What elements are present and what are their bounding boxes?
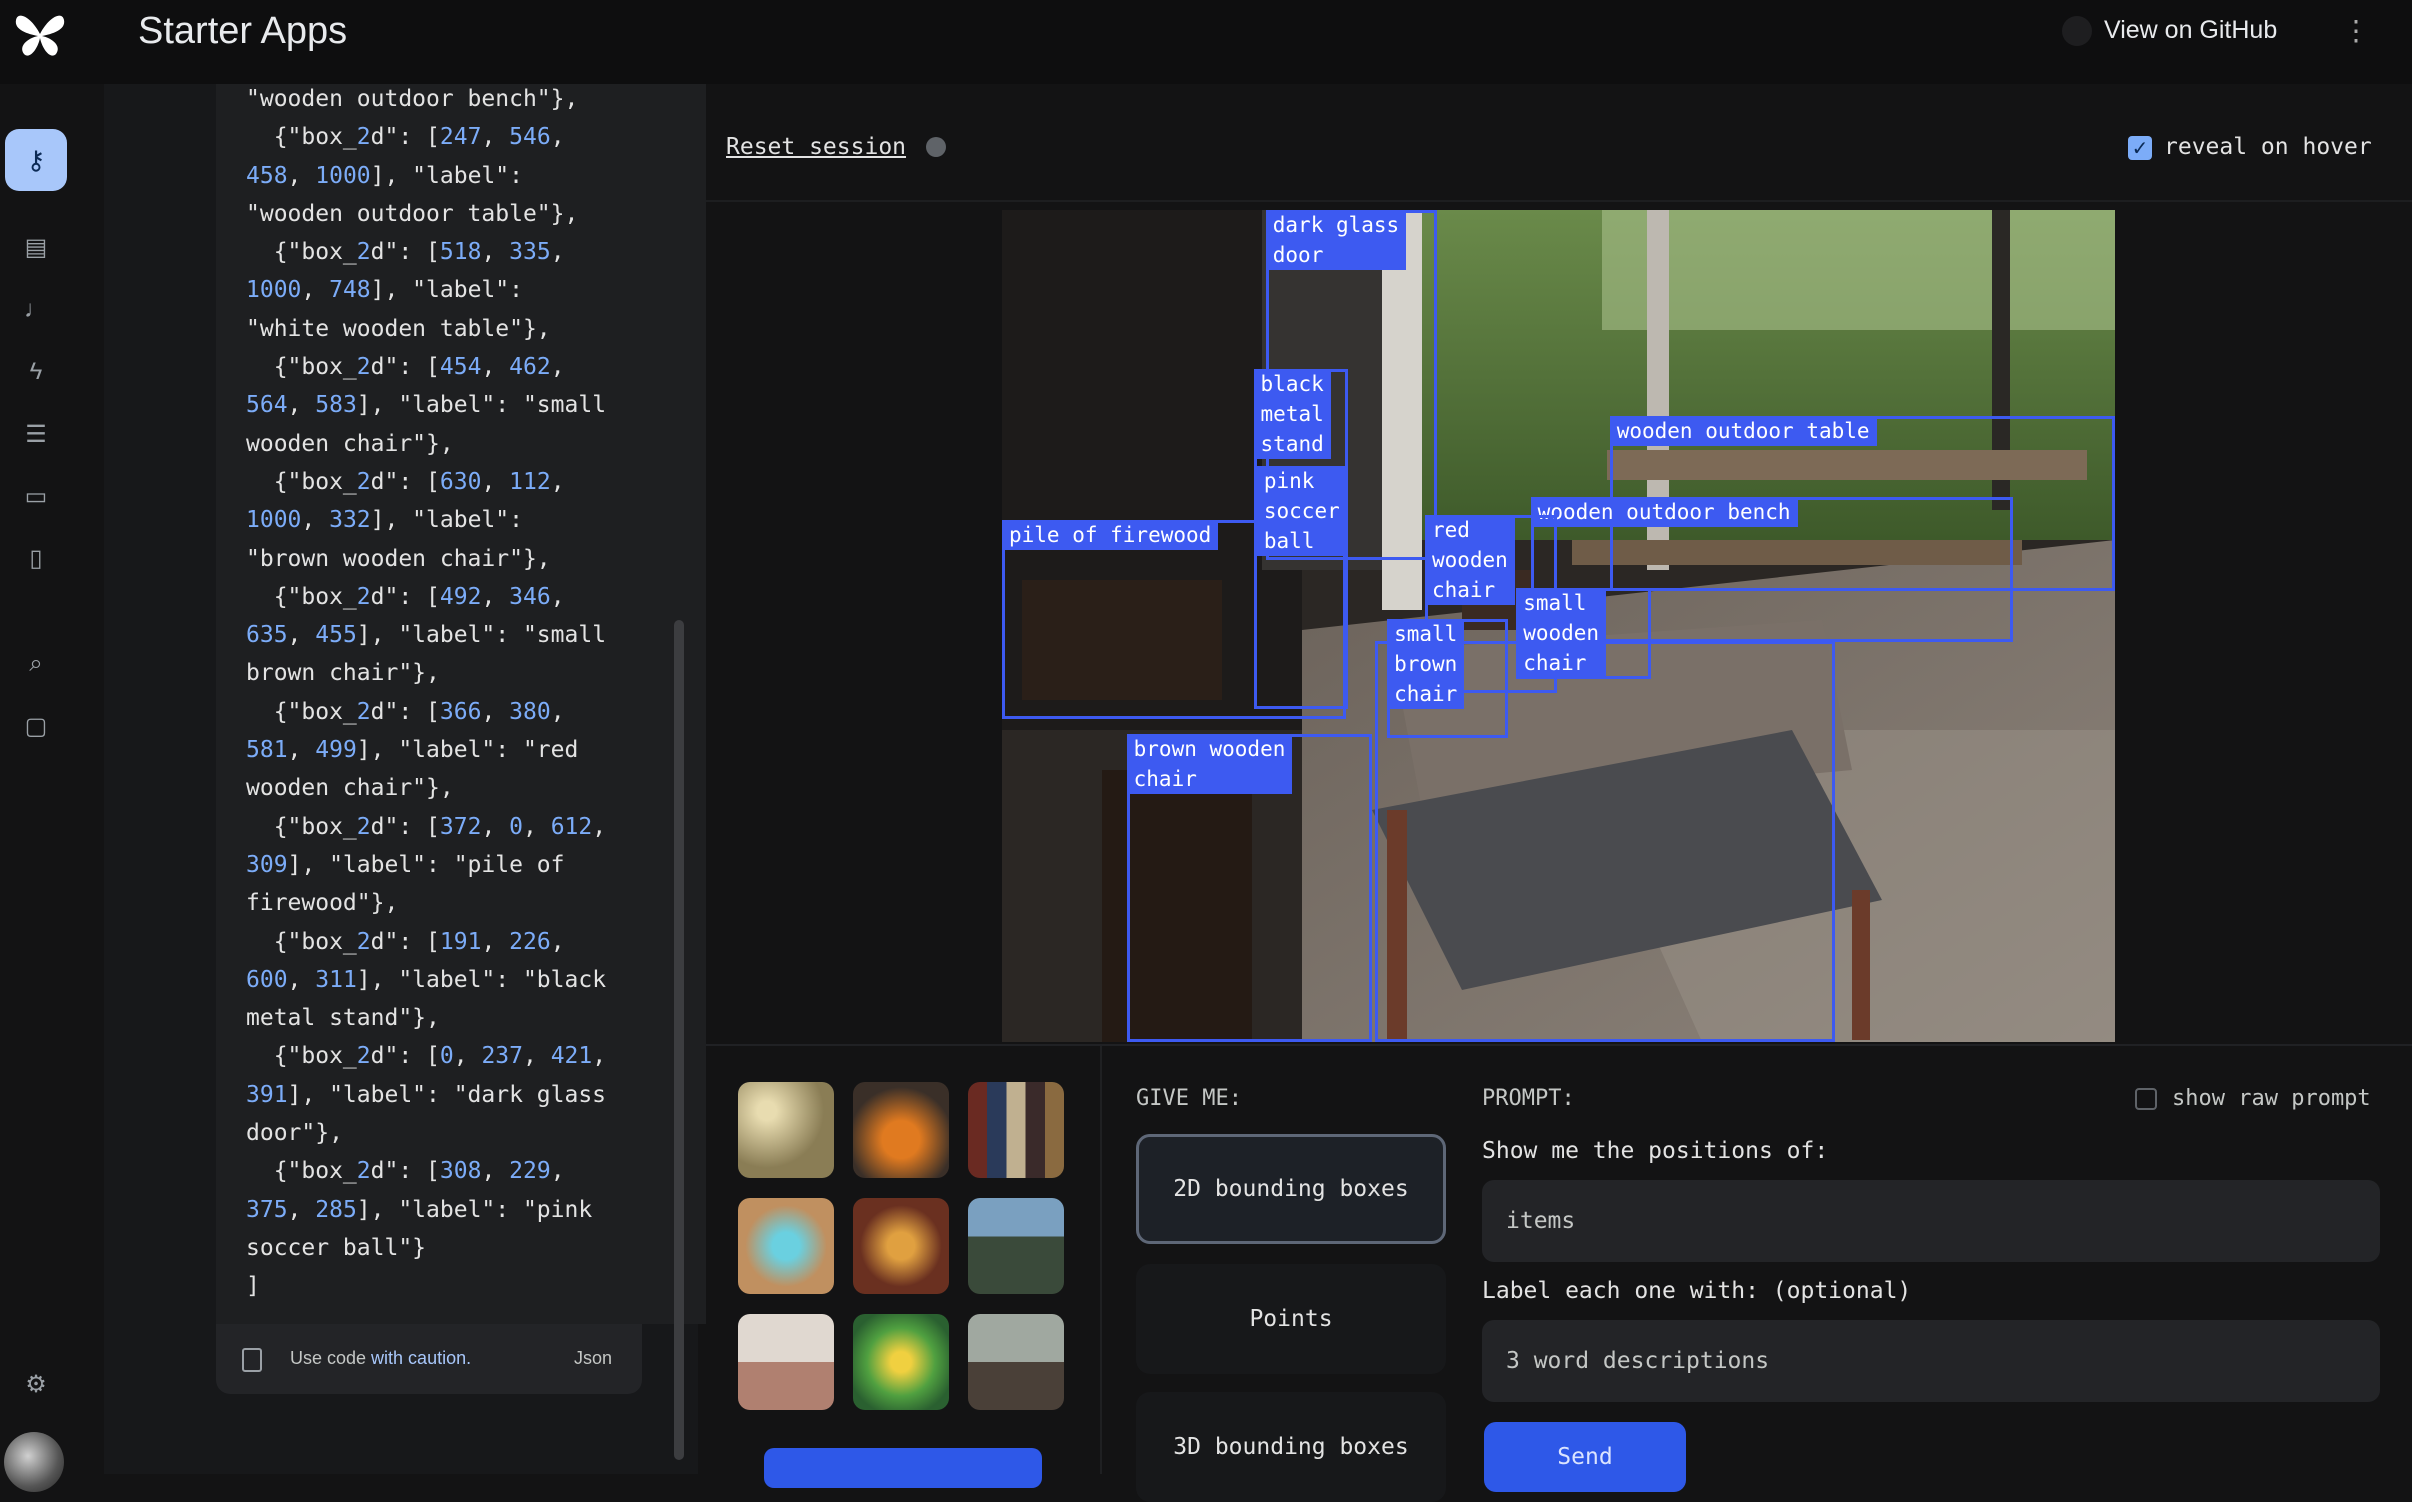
code-line: "white wooden table"}, (246, 315, 551, 342)
items-input[interactable]: items (1482, 1180, 2380, 1262)
desk-thumbnail[interactable] (738, 1314, 834, 1410)
code-line: brown chair"}, (246, 660, 440, 687)
code-line: 1000, 332], "label": (246, 507, 523, 534)
show-raw-prompt-label[interactable]: show raw prompt (2172, 1086, 2371, 1111)
code-line: 581, 499], "label": "red (246, 737, 579, 764)
code-line: {"box_2d": [366, 380, (246, 698, 565, 725)
code-line: 564, 583], "label": "small (246, 392, 607, 419)
code-line: {"box_2d": [308, 229, (246, 1158, 565, 1185)
show-raw-prompt-checkbox[interactable] (2135, 1088, 2157, 1110)
left-rail: ⚷ ▤ ♩ ϟ ☰ ▭ ▯ ⌕ ▢ ⚙ (0, 84, 72, 1492)
code-line: {"box_2d": [191, 226, (246, 928, 565, 955)
code-line: door"}, (246, 1120, 343, 1147)
upload-button[interactable] (764, 1448, 1042, 1488)
mic-icon[interactable]: ♩ (18, 292, 54, 328)
key-icon[interactable]: ⚷ (5, 129, 67, 191)
copy-icon[interactable] (242, 1348, 262, 1372)
archive-icon[interactable]: ▭ (18, 478, 54, 514)
pumpkins-thumbnail[interactable] (853, 1082, 949, 1178)
reveal-on-hover-label[interactable]: reveal on hover (2164, 134, 2372, 160)
code-line: 391], "label": "dark glass (246, 1081, 607, 1108)
reset-session-link[interactable]: Reset session (726, 134, 906, 160)
candies-thumbnail[interactable] (738, 1082, 834, 1178)
code-line: {"box_2d": [518, 335, (246, 239, 565, 266)
divider (706, 200, 2412, 202)
positions-of-label: Show me the positions of: (1482, 1138, 1829, 1164)
scene-image: dark glass door black metal stand pink soc… (1002, 210, 2115, 1042)
top-bar: Starter Apps View on GitHub ⋮ (0, 0, 2412, 84)
bounding-box-label: black metal stand (1253, 368, 1331, 459)
origami-thumbnail[interactable] (738, 1198, 834, 1294)
code-line: firewood"}, (246, 890, 399, 917)
code-line: ] (246, 1273, 260, 1300)
code-line: metal stand"}, (246, 1005, 440, 1032)
github-icon[interactable] (2062, 16, 2092, 46)
divider (1100, 1046, 1102, 1474)
code-line: "brown wooden chair"}, (246, 545, 551, 572)
search-document-icon[interactable]: ⌕ (18, 646, 54, 682)
code-line: 600, 311], "label": "black (246, 966, 607, 993)
code-line: 1000, 748], "label": (246, 277, 523, 304)
code-line: {"box_2d": [247, 546, (246, 124, 565, 151)
code-line: "wooden outdoor table"}, (246, 200, 579, 227)
code-line: 458, 1000], "label": (246, 162, 523, 189)
code-line: {"box_2d": [630, 112, (246, 468, 565, 495)
code-line: 309], "label": "pile of (246, 851, 565, 878)
bounding-box[interactable] (1374, 640, 1835, 1042)
bounding-box-label: brown wooden chair (1126, 734, 1293, 795)
code-line: 635, 455], "label": "small (246, 622, 607, 649)
code-line: {"box_2d": [0, 237, 421, (246, 1043, 607, 1070)
code-line: 375, 285], "label": "pink (246, 1196, 593, 1223)
mode-points-button[interactable]: Points (1136, 1264, 1446, 1374)
books-thumbnail[interactable] (968, 1082, 1064, 1178)
divider (706, 1044, 2412, 1046)
bounding-box-label: wooden outdoor bench (1530, 497, 1798, 528)
bounding-box-label: wooden outdoor table (1609, 415, 1877, 446)
book-icon[interactable]: ▯ (18, 540, 54, 576)
code-line: {"box_2d": [492, 346, (246, 583, 565, 610)
code-line: {"box_2d": [454, 462, (246, 354, 565, 381)
caution-link[interactable]: with caution. (371, 1348, 471, 1368)
bounding-box-label: pile of firewood (1002, 519, 1219, 550)
avatar[interactable] (4, 1432, 64, 1492)
caution-text: Use code with caution. (290, 1348, 471, 1369)
cake-thumbnail[interactable] (853, 1314, 949, 1410)
city-thumbnail[interactable] (968, 1198, 1064, 1294)
app-title: Starter Apps (138, 10, 348, 52)
reveal-on-hover-checkbox[interactable]: ✓ (2128, 136, 2152, 160)
butterfly-logo-icon[interactable] (10, 6, 70, 62)
food-thumbnail[interactable] (853, 1198, 949, 1294)
mode-3d-bounding-boxes-button[interactable]: 3D bounding boxes (1136, 1392, 1446, 1502)
code-scrollbar[interactable] (674, 620, 684, 1460)
label-each-label: Label each one with: (optional) (1482, 1278, 1912, 1304)
give-me-heading: GIVE ME: (1136, 1086, 1242, 1111)
json-output[interactable]: "wooden outdoor bench"}, {"box_2d": [247… (246, 80, 636, 1306)
send-button[interactable]: Send (1484, 1422, 1686, 1492)
tune-icon[interactable]: ☰ (18, 416, 54, 452)
code-line: "wooden outdoor bench"}, (246, 86, 579, 112)
code-line: soccer ball"} (246, 1234, 427, 1261)
chat-icon[interactable]: ▤ (18, 229, 54, 265)
forum-icon[interactable]: ▢ (18, 708, 54, 744)
code-footer: Use code with caution. Json (216, 1324, 642, 1394)
gear-icon[interactable]: ⚙ (18, 1366, 54, 1402)
bolt-icon[interactable]: ϟ (18, 354, 54, 390)
porch-thumbnail[interactable] (968, 1314, 1064, 1410)
bounding-box-label: red wooden chair (1424, 514, 1515, 605)
prompt-heading: PROMPT: (1482, 1086, 1575, 1111)
code-line: {"box_2d": [372, 0, 612, (246, 813, 607, 840)
code-line: wooden chair"}, (246, 775, 454, 802)
mode-2d-bounding-boxes-button[interactable]: 2D bounding boxes (1136, 1134, 1446, 1244)
caution-prefix: Use code (290, 1348, 372, 1368)
code-line: wooden chair"}, (246, 430, 454, 457)
descriptions-input[interactable]: 3 word descriptions (1482, 1320, 2380, 1402)
more-vert-icon[interactable]: ⋮ (2342, 14, 2370, 47)
bounding-box-label: dark glass door (1265, 210, 1407, 270)
session-status-dot (926, 137, 946, 157)
view-on-github-link[interactable]: View on GitHub (2104, 16, 2277, 45)
language-label: Json (574, 1348, 613, 1368)
